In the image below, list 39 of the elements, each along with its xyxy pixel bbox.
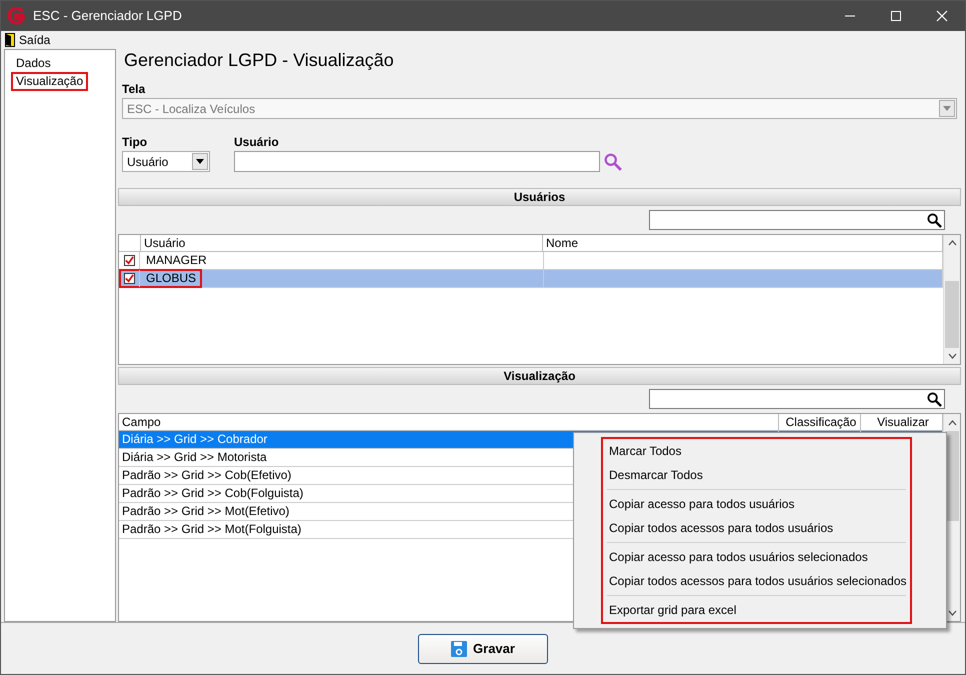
menu-item[interactable]: Saída <box>5 31 50 49</box>
close-icon[interactable] <box>936 10 948 22</box>
tree-item[interactable]: Visualização <box>11 72 88 91</box>
menu-item[interactable]: Exportar grid para excel <box>607 598 906 622</box>
field-label: Tipo <box>122 135 148 149</box>
search-field[interactable] <box>649 389 945 409</box>
maximize-icon[interactable] <box>890 10 902 22</box>
dropdown-arrow-icon[interactable] <box>196 159 204 164</box>
scroll-down-icon[interactable] <box>948 352 956 359</box>
window-title: ESC - Gerenciador LGPD <box>33 7 182 26</box>
column-header[interactable]: Classificação <box>779 414 861 430</box>
checkbox[interactable] <box>124 255 135 266</box>
app-logo-icon <box>7 7 25 25</box>
menu-item[interactable]: Copiar acesso para todos usuários selecionados <box>607 545 906 569</box>
search-icon[interactable] <box>927 212 942 228</box>
scroll-down-icon[interactable] <box>948 610 956 616</box>
table-cell: MANAGER <box>139 252 211 269</box>
door-icon <box>5 33 15 47</box>
section-header: Usuários <box>118 188 961 206</box>
checkbox[interactable] <box>124 273 135 284</box>
table-cell: GLOBUS <box>139 270 200 287</box>
scroll-up-icon[interactable] <box>948 240 956 246</box>
table-row[interactable]: GLOBUS <box>119 270 943 288</box>
scrollbar[interactable] <box>943 235 960 364</box>
search-icon[interactable] <box>927 392 942 406</box>
column-header[interactable]: Usuário <box>141 235 543 251</box>
page-heading: Gerenciador LGPD - Visualização <box>124 49 394 71</box>
section-header: Visualização <box>118 367 961 385</box>
save-button[interactable]: Gravar <box>418 634 548 664</box>
user-field[interactable] <box>234 151 600 172</box>
menu-item[interactable]: Copiar todos acessos para todos usuários selecionados <box>607 569 906 593</box>
screen-dropdown: ESC - Localiza Veículos <box>122 98 957 119</box>
field-label: Usuário <box>234 135 280 149</box>
scroll-up-icon[interactable] <box>948 420 956 426</box>
type-dropdown[interactable]: Usuário <box>122 151 210 172</box>
tree-item[interactable]: Dados <box>11 54 56 73</box>
search-field[interactable] <box>649 210 945 230</box>
field-label: Tela <box>122 82 146 96</box>
column-header[interactable]: Campo <box>119 414 779 430</box>
